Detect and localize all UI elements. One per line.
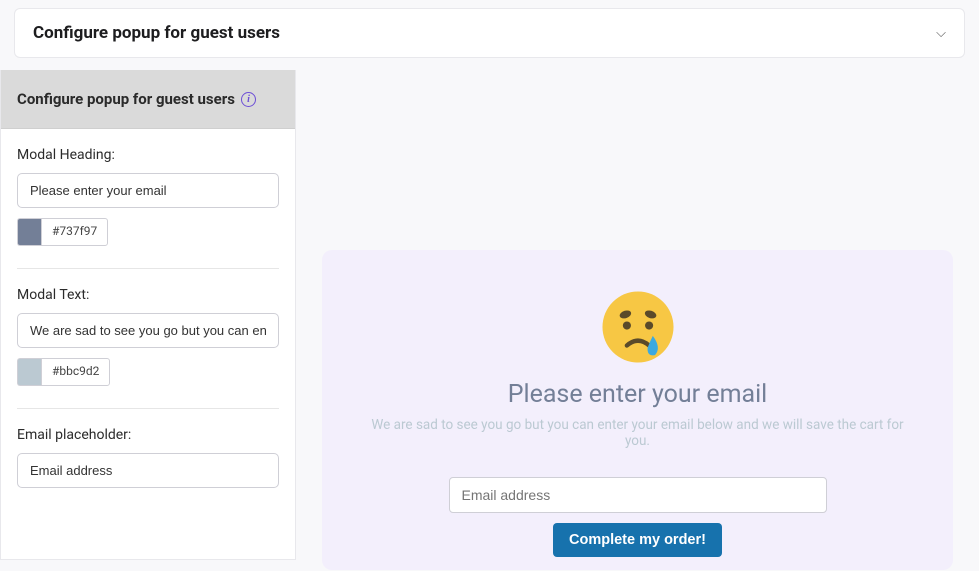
email-placeholder-input[interactable]	[17, 453, 279, 488]
sad-face-icon	[601, 290, 675, 364]
modal-text-label: Modal Text:	[17, 287, 279, 303]
field-email-placeholder: Email placeholder:	[17, 427, 279, 510]
page-title: Configure popup for guest users	[33, 23, 280, 43]
complete-order-button[interactable]: Complete my order!	[553, 523, 722, 557]
modal-text-color-hex[interactable]: #bbc9d2	[41, 358, 110, 386]
sidebar-header: Configure popup for guest users i	[1, 70, 295, 129]
popup-preview: Please enter your email We are sad to se…	[322, 250, 953, 570]
modal-text-input[interactable]	[17, 313, 279, 348]
info-icon[interactable]: i	[241, 92, 256, 107]
modal-heading-label: Modal Heading:	[17, 147, 279, 163]
preview-area: Please enter your email We are sad to se…	[296, 70, 979, 570]
main-layout: Configure popup for guest users i Modal …	[0, 70, 979, 570]
chevron-down-icon[interactable]: ⌵	[936, 26, 946, 41]
field-modal-text: Modal Text: #bbc9d2	[17, 287, 279, 409]
config-sidebar: Configure popup for guest users i Modal …	[0, 70, 296, 560]
color-swatch-icon[interactable]	[17, 218, 41, 246]
preview-email-input[interactable]	[449, 477, 827, 513]
modal-heading-color-picker[interactable]: #737f97	[17, 218, 279, 246]
modal-heading-color-hex[interactable]: #737f97	[41, 218, 108, 246]
preview-text: We are sad to see you go but you can ent…	[362, 417, 913, 449]
page-header[interactable]: Configure popup for guest users ⌵	[14, 8, 965, 58]
field-modal-heading: Modal Heading: #737f97	[17, 147, 279, 269]
modal-text-color-picker[interactable]: #bbc9d2	[17, 358, 279, 386]
email-placeholder-label: Email placeholder:	[17, 427, 279, 443]
form-section: Modal Heading: #737f97 Modal Text: #bbc9…	[1, 129, 295, 510]
modal-heading-input[interactable]	[17, 173, 279, 208]
sidebar-title: Configure popup for guest users	[17, 90, 235, 108]
preview-heading: Please enter your email	[362, 380, 913, 409]
color-swatch-icon[interactable]	[17, 358, 41, 386]
